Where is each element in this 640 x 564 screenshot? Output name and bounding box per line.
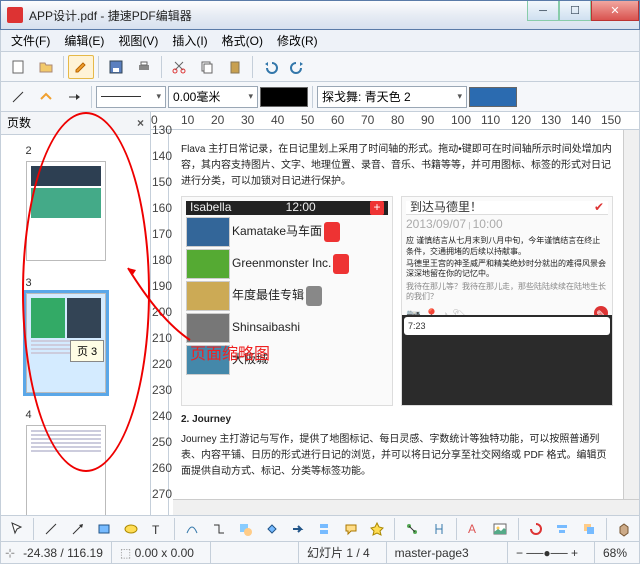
window-title: APP设计.pdf - 捷速PDF编辑器 (29, 7, 192, 24)
app-preview-right: 到达马德里！✔ 2013/09/07 | 10:00 应 谨慎结言从七月末到八月… (401, 196, 613, 406)
shapes-tool[interactable] (234, 517, 256, 541)
app-icon (7, 7, 23, 23)
menu-format[interactable]: 格式(O) (216, 30, 269, 51)
rotate-tool[interactable] (525, 517, 547, 541)
menu-view[interactable]: 视图(V) (112, 30, 164, 51)
fill-style-combo[interactable]: 探戈舞: 青天色 2▾ (317, 86, 467, 108)
status-position: -24.38 / 116.19 (23, 546, 103, 560)
toolbar-format: ▾ 0.00毫米▾ 探戈舞: 青天色 2▾ (0, 82, 640, 112)
print-button[interactable] (131, 55, 157, 79)
connector-tool[interactable] (208, 517, 230, 541)
line-tool[interactable] (40, 517, 62, 541)
status-master: master-page3 (386, 542, 477, 563)
rect-tool[interactable] (93, 517, 115, 541)
annotation-label: 页面缩略图 (190, 340, 270, 364)
menu-file[interactable]: 文件(F) (5, 30, 56, 51)
svg-text:T: T (152, 523, 160, 537)
menu-insert[interactable]: 插入(I) (166, 30, 213, 51)
symbol-tool[interactable] (260, 517, 282, 541)
open-button[interactable] (33, 55, 59, 79)
titlebar: APP设计.pdf - 捷速PDF编辑器 ─ ☐ ✕ (0, 0, 640, 30)
editor-canvas[interactable]: 0102030405060708090100110120130140150 13… (151, 112, 639, 515)
page-content: Flava 主打日常记录，在日记里划上采用了时间轴的形式。拖动•键即可在时间轴所… (173, 134, 621, 497)
zoom-in-icon[interactable]: + (571, 546, 578, 560)
sidebar-header: 页数 × (1, 112, 150, 135)
points-tool[interactable] (401, 517, 423, 541)
paragraph: Journey 主打游记与写作，提供了地图标记、每日灵感、字数统计等独特功能，可… (181, 432, 613, 480)
menubar: 文件(F) 编辑(E) 视图(V) 插入(I) 格式(O) 修改(R) (0, 30, 640, 52)
copy-button[interactable] (194, 55, 220, 79)
app-preview-left: Isabella12:00+ Kamatake马车面 Greenmonster … (181, 196, 393, 406)
line-button[interactable] (5, 85, 31, 109)
line-style-combo[interactable]: ▾ (96, 86, 166, 108)
redo-button[interactable] (285, 55, 311, 79)
edit-button[interactable] (68, 55, 94, 79)
close-button[interactable]: ✕ (591, 1, 639, 21)
cut-button[interactable] (166, 55, 192, 79)
save-button[interactable] (103, 55, 129, 79)
zoom-out-icon[interactable]: − (516, 546, 523, 560)
sidebar-title: 页数 (7, 114, 31, 131)
arrow-style-button[interactable] (33, 85, 59, 109)
curve-tool[interactable] (181, 517, 203, 541)
scrollbar-vertical[interactable] (623, 130, 639, 499)
align-tool[interactable] (551, 517, 573, 541)
flowchart-tool[interactable] (313, 517, 335, 541)
paragraph: Flava 主打日常记录，在日记里划上采用了时间轴的形式。拖动•键即可在时间轴所… (181, 142, 613, 190)
paste-button[interactable] (222, 55, 248, 79)
scrollbar-horizontal[interactable] (173, 499, 639, 515)
status-zoom[interactable]: 68% (594, 542, 635, 563)
extrude-tool[interactable] (613, 517, 635, 541)
callout-tool[interactable] (340, 517, 362, 541)
page-thumb[interactable]: 3 (26, 277, 126, 393)
toolbar-main (0, 52, 640, 82)
undo-button[interactable] (257, 55, 283, 79)
status-size: 0.00 x 0.00 (135, 546, 194, 560)
line-color-swatch[interactable] (260, 87, 308, 107)
toolbar-tools: T A (0, 516, 640, 542)
star-tool[interactable] (366, 517, 388, 541)
sidebar-close-icon[interactable]: × (137, 116, 144, 130)
menu-modify[interactable]: 修改(R) (271, 30, 324, 51)
page-thumb[interactable]: 2 (26, 145, 126, 261)
new-button[interactable] (5, 55, 31, 79)
arrow-tool[interactable] (67, 517, 89, 541)
line-width-combo[interactable]: 0.00毫米▾ (168, 86, 258, 108)
minimize-button[interactable]: ─ (527, 1, 559, 21)
arrow-end-button[interactable] (61, 85, 87, 109)
ellipse-tool[interactable] (119, 517, 141, 541)
ruler-horizontal: 0102030405060708090100110120130140150 (151, 112, 639, 130)
pointer-tool[interactable] (5, 517, 27, 541)
fontwork-tool[interactable]: A (463, 517, 485, 541)
menu-edit[interactable]: 编辑(E) (58, 30, 110, 51)
sidebar: 页数 × 2 3 4 (1, 112, 151, 515)
maximize-button[interactable]: ☐ (559, 1, 591, 21)
heading: 2. Journey (181, 412, 613, 428)
fill-color-swatch[interactable] (469, 87, 517, 107)
ruler-vertical: 1301401501601701801902002102202302402502… (151, 130, 169, 515)
glue-tool[interactable] (428, 517, 450, 541)
arrows-tool[interactable] (287, 517, 309, 541)
svg-text:A: A (468, 522, 476, 536)
status-slide: 幻灯片 1 / 4 (298, 542, 378, 563)
page-thumb[interactable]: 4 (26, 409, 126, 515)
thumb-tooltip: 页 3 (70, 340, 104, 362)
image-tool[interactable] (489, 517, 511, 541)
arrange-tool[interactable] (577, 517, 599, 541)
statusbar: ⊹ -24.38 / 116.19 ⬚ 0.00 x 0.00 幻灯片 1 / … (0, 542, 640, 564)
text-tool[interactable]: T (146, 517, 168, 541)
